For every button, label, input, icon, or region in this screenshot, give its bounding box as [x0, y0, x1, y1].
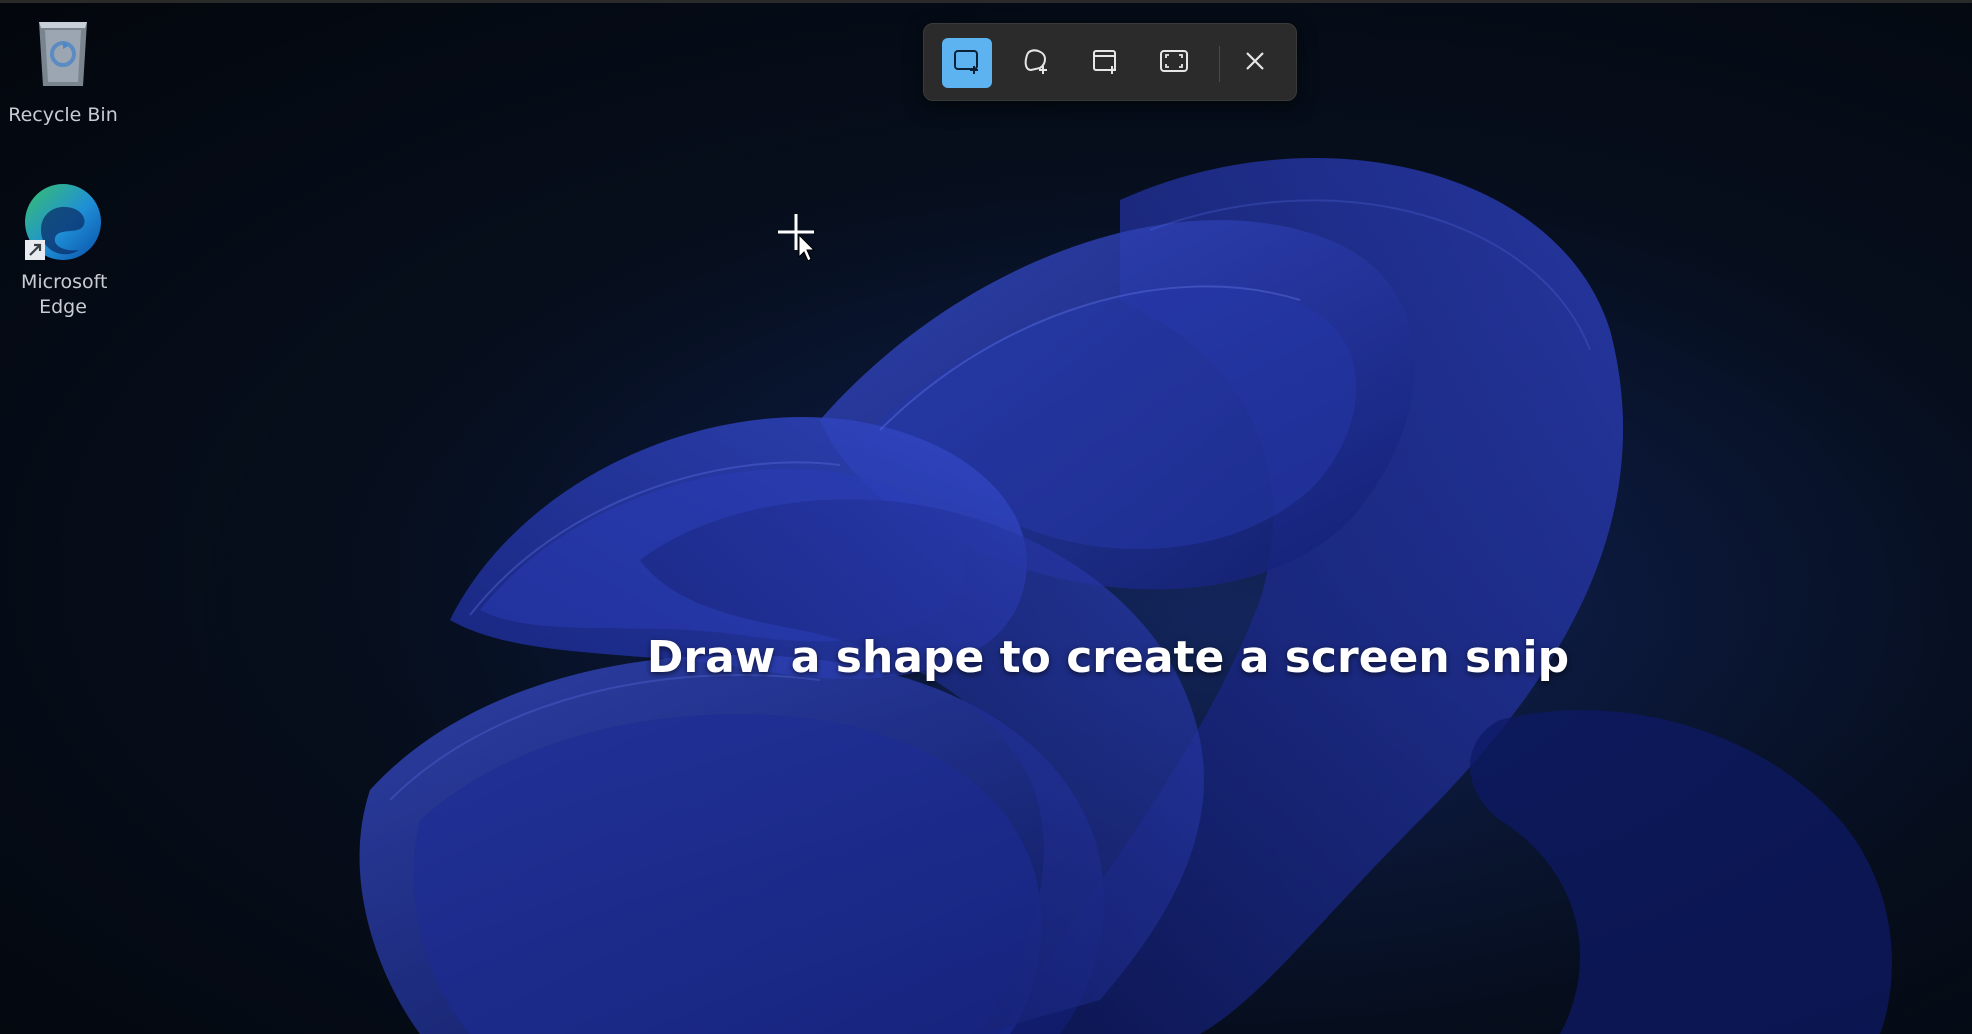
desktop: Recycle Bin Microsoft Edge Draw a shape …	[0, 0, 1972, 1034]
freeform-mode-button[interactable]	[1011, 38, 1061, 88]
desktop-icon-label: Recycle Bin	[8, 104, 118, 126]
desktop-icon-microsoft-edge[interactable]: Microsoft Edge	[7, 180, 119, 320]
freeform-snip-icon	[1021, 46, 1051, 80]
snip-instruction-text: Draw a shape to create a screen snip	[646, 632, 1570, 683]
wallpaper-bloom	[0, 0, 1972, 1034]
edge-icon	[21, 180, 105, 264]
desktop-icon-recycle-bin[interactable]: Recycle Bin	[7, 16, 119, 128]
toolbar-divider	[1219, 46, 1220, 82]
desktop-icon-label: Microsoft Edge	[21, 271, 108, 318]
close-icon	[1242, 48, 1268, 78]
fullscreen-snip-icon	[1159, 46, 1189, 80]
snip-toolbar	[923, 23, 1297, 101]
window-snip-icon	[1090, 46, 1120, 80]
window-mode-button[interactable]	[1080, 38, 1130, 88]
crosshair-cursor-icon	[776, 212, 822, 268]
fullscreen-mode-button[interactable]	[1149, 38, 1199, 88]
recycle-bin-icon	[7, 16, 119, 97]
rectangle-mode-button[interactable]	[942, 38, 992, 88]
rectangle-snip-icon	[952, 46, 982, 80]
close-button[interactable]	[1230, 38, 1280, 88]
